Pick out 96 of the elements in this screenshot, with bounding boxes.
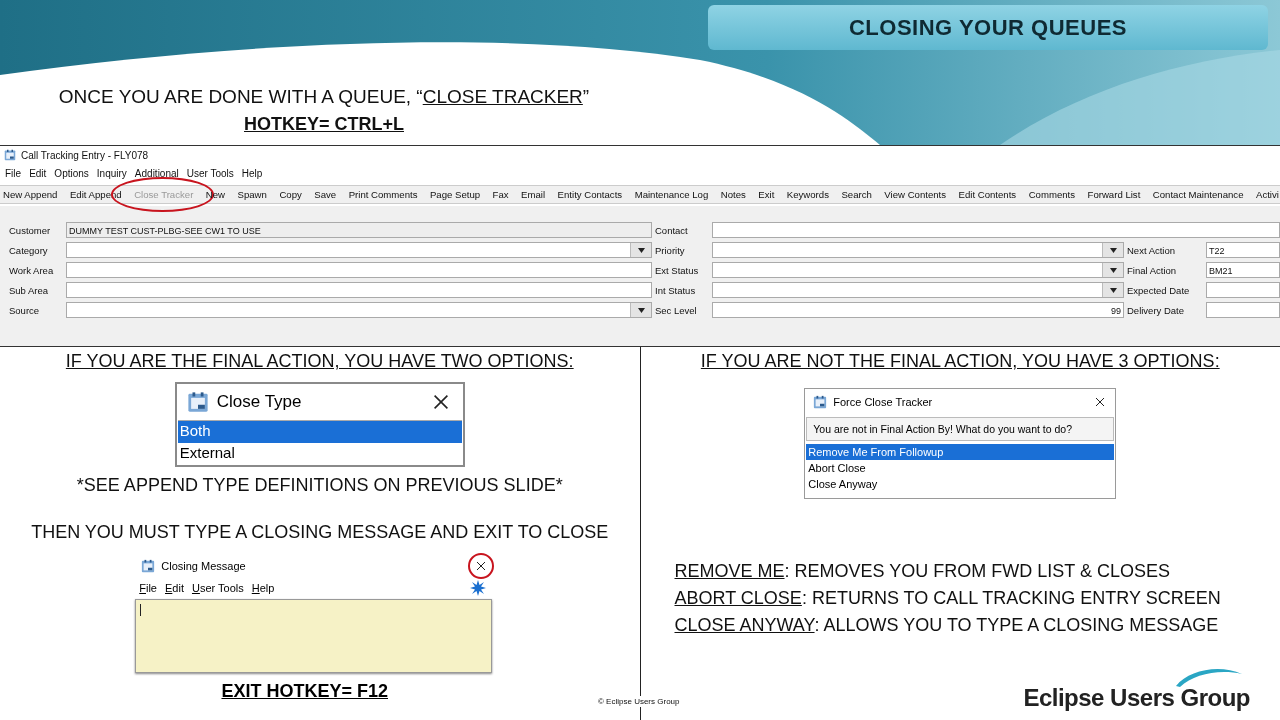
toolbar-button[interactable]: Exit <box>757 189 776 200</box>
message-text: You are not in Final Action By! What do you want to do? <box>806 417 1115 441</box>
menu-item[interactable]: File <box>135 582 161 594</box>
slide-title: CLOSING YOUR QUEUES <box>708 5 1268 50</box>
input-field[interactable] <box>1206 302 1280 318</box>
menu-item[interactable]: Options <box>50 167 93 179</box>
field-label: Work Area <box>8 264 55 276</box>
field-label: Ext Status <box>654 264 700 276</box>
toolbar-button[interactable]: View Contents <box>883 189 948 200</box>
dropdown-arrow-icon <box>1109 247 1117 253</box>
dropdown-arrow-icon <box>637 247 645 253</box>
window-title: Call Tracking Entry - FLY078 <box>21 149 149 161</box>
list-item[interactable]: External <box>177 443 462 465</box>
input-field[interactable]: T22 <box>1206 242 1280 258</box>
field-label: Sec Level <box>654 304 698 316</box>
list-item[interactable]: Close Anyway <box>806 476 1115 492</box>
dropdown-field[interactable] <box>712 242 1124 258</box>
field-label: Final Action <box>1126 264 1178 276</box>
field-label: Customer <box>8 224 52 236</box>
input-field[interactable] <box>1206 282 1280 298</box>
menu-item[interactable]: Inquiry <box>92 167 131 179</box>
instruction-text: THEN YOU MUST TYPE A CLOSING MESSAGE AND EXIT TO CLOSE <box>31 522 609 543</box>
toolbar-button[interactable]: Print Comments <box>347 189 419 200</box>
field-label: Delivery Date <box>1126 304 1186 316</box>
menu-item[interactable]: Help <box>247 582 279 594</box>
field-label: Category <box>8 244 49 256</box>
input-field[interactable]: 99 <box>712 302 1124 318</box>
toolbar-button[interactable]: Search <box>840 189 873 200</box>
logo-text: Eclipse Users Group <box>1023 684 1250 712</box>
window-icon <box>813 395 828 409</box>
toolbar-button[interactable]: Comments <box>1027 189 1077 200</box>
toolbar-button[interactable]: Keywords <box>785 189 830 200</box>
toolbar-button[interactable]: Spawn <box>236 189 268 200</box>
toolbar-button[interactable]: Save <box>313 189 338 200</box>
menu-item[interactable]: Edit <box>25 167 51 179</box>
menu-item[interactable]: User Tools <box>182 167 238 179</box>
field-label: Int Status <box>654 284 697 296</box>
explanation-text: CLOSE ANYWAY: ALLOWS YOU TO TYPE A CLOSING MESSAGE <box>674 615 1220 636</box>
dialog-title: Force Close Tracker <box>833 396 934 408</box>
close-icon <box>476 561 487 571</box>
copyright-text: © Eclipse Users Group <box>596 696 682 707</box>
dropdown-arrow-icon <box>1109 287 1117 293</box>
toolbar-button[interactable]: Contact Maintenance <box>1151 189 1245 200</box>
close-icon <box>1095 397 1106 407</box>
dialog-title: Close Type <box>216 392 303 412</box>
dropdown-field[interactable] <box>712 282 1124 298</box>
starburst-icon <box>470 580 487 596</box>
menu-item[interactable]: Edit <box>161 582 188 594</box>
input-field[interactable] <box>66 262 652 278</box>
toolbar-button[interactable]: Activi <box>1255 189 1280 200</box>
section-heading: IF YOU ARE THE FINAL ACTION, YOU HAVE TWO OPTIONS: <box>65 351 574 372</box>
dropdown-arrow-icon <box>637 307 645 313</box>
dropdown-arrow-icon <box>1109 267 1117 273</box>
section-heading: IF YOU ARE NOT THE FINAL ACTION, YOU HAVE 3 OPTIONS: <box>700 351 1220 372</box>
toolbar-button[interactable]: Edit Contents <box>957 189 1018 200</box>
toolbar-button[interactable]: Fax <box>491 189 510 200</box>
list-item[interactable]: Both <box>177 421 462 443</box>
menu-item[interactable]: Help <box>237 167 267 179</box>
dropdown-field[interactable] <box>66 242 652 258</box>
explanation-text: REMOVE ME: REMOVES YOU FROM FWD LIST & CLOSES <box>674 561 1171 582</box>
toolbar-button[interactable]: Notes <box>719 189 747 200</box>
toolbar-button[interactable]: Forward List <box>1086 189 1142 200</box>
intro-text: ONCE YOU ARE DONE WITH A QUEUE, “CLOSE TRACKER” <box>58 86 590 108</box>
toolbar-button[interactable]: Copy <box>278 189 303 200</box>
dropdown-field[interactable] <box>712 262 1124 278</box>
toolbar-button[interactable]: Entity Contacts <box>556 189 624 200</box>
toolbar-button[interactable]: Email <box>520 189 547 200</box>
window-icon <box>141 559 156 573</box>
toolbar-button[interactable]: New Append <box>2 189 59 200</box>
field-label: Expected Date <box>1126 284 1191 296</box>
menu-item[interactable]: User Tools <box>187 582 248 594</box>
input-field[interactable]: DUMMY TEST CUST-PLBG-SEE CW1 TO USE <box>66 222 652 238</box>
list-item[interactable]: Abort Close <box>806 460 1115 476</box>
window-icon <box>186 391 209 413</box>
message-field[interactable] <box>135 599 493 673</box>
toolbar-button[interactable]: Page Setup <box>428 189 482 200</box>
menu-item[interactable]: File <box>1 167 26 179</box>
list-item[interactable]: Remove Me From Followup <box>806 444 1115 460</box>
dropdown-field[interactable] <box>66 302 652 318</box>
toolbar-button[interactable]: Maintenance Log <box>633 189 710 200</box>
field-label: Source <box>8 304 41 316</box>
field-label: Contact <box>654 224 689 236</box>
field-label: Sub Area <box>8 284 50 296</box>
hotkey-text: HOTKEY= CTRL+L <box>244 114 404 135</box>
menu-item[interactable]: Additional <box>130 167 183 179</box>
close-icon <box>432 394 449 410</box>
explanation-text: ABORT CLOSE: RETURNS TO CALL TRACKING ENTRY SCREEN <box>674 588 1221 609</box>
dialog-title: Closing Message <box>161 560 247 572</box>
hotkey-text: EXIT HOTKEY= F12 <box>221 681 388 702</box>
field-label: Next Action <box>1126 244 1177 256</box>
note-text: *SEE APPEND TYPE DEFINITIONS ON PREVIOUS SLIDE* <box>76 475 563 496</box>
window-icon <box>4 149 16 161</box>
input-field[interactable] <box>66 282 652 298</box>
input-field[interactable] <box>712 222 1280 238</box>
input-field[interactable]: BM21 <box>1206 262 1280 278</box>
field-label: Priority <box>654 244 686 256</box>
